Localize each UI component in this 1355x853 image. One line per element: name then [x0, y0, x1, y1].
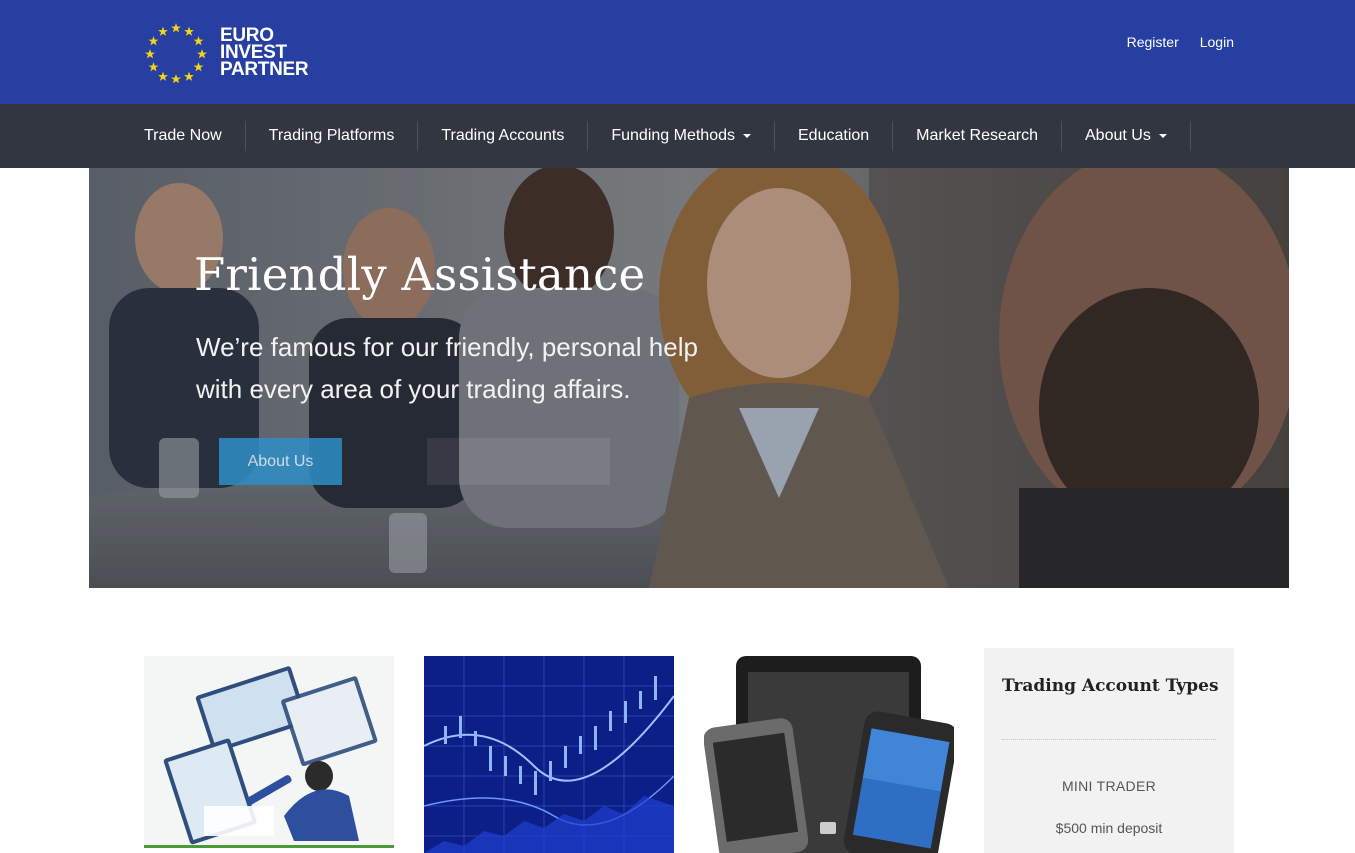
- nav-item-trade-now[interactable]: Trade Now: [144, 121, 246, 151]
- mobile-devices-image: [704, 656, 954, 853]
- hero-title: Friendly Assistance: [194, 248, 646, 301]
- account-name: MINI TRADER: [1061, 778, 1157, 794]
- nav-item-label: About Us: [1085, 127, 1151, 144]
- account-types-title: Trading Account Types: [1002, 676, 1219, 696]
- account-min-deposit: $500 min deposit: [1055, 820, 1163, 836]
- nav-item-funding-methods[interactable]: Funding Methods: [588, 121, 775, 151]
- auth-links: Register Login: [1127, 34, 1234, 50]
- top-header: EURO INVEST PARTNER Register Login: [0, 0, 1355, 104]
- nav-item-market-research[interactable]: Market Research: [893, 121, 1062, 151]
- main-nav: Trade Now Trading Platforms Trading Acco…: [0, 104, 1355, 168]
- caret-down-icon: [743, 134, 751, 138]
- nav-item-trading-platforms[interactable]: Trading Platforms: [246, 121, 419, 151]
- logo-line-2: INVEST: [220, 41, 287, 63]
- secondary-hero-button[interactable]: [427, 438, 610, 485]
- nav-item-trading-accounts[interactable]: Trading Accounts: [418, 121, 589, 151]
- trader-monitors-image: [144, 656, 394, 845]
- nav-item-label: Trading Accounts: [441, 127, 565, 144]
- feature-card-charts[interactable]: [424, 656, 674, 853]
- nav-item-label: Education: [798, 127, 870, 144]
- register-link[interactable]: Register: [1127, 34, 1179, 50]
- nav-item-label: Market Research: [916, 127, 1038, 144]
- hero-slider: Friendly Assistance We’re famous for our…: [89, 168, 1289, 588]
- nav-list: Trade Now Trading Platforms Trading Acco…: [144, 104, 1191, 168]
- logo-wordmark: EURO INVEST PARTNER: [220, 24, 309, 80]
- caret-down-icon: [1158, 134, 1167, 138]
- nav-item-about-us[interactable]: About Us: [1062, 121, 1191, 151]
- logo-line-3: PARTNER: [220, 58, 309, 80]
- login-link[interactable]: Login: [1200, 34, 1234, 50]
- account-types-panel: Trading Account Types MINI TRADER $500 m…: [984, 648, 1234, 853]
- feature-card-devices[interactable]: [704, 656, 954, 853]
- site-logo[interactable]: EURO INVEST PARTNER: [144, 21, 309, 83]
- nav-item-education[interactable]: Education: [775, 121, 894, 151]
- nav-item-label: Funding Methods: [611, 127, 735, 144]
- nav-item-label: Trading Platforms: [268, 127, 395, 144]
- about-us-button[interactable]: About Us: [219, 438, 342, 485]
- financial-chart-image: [424, 656, 674, 853]
- nav-item-label: Trade Now: [144, 127, 222, 144]
- logo-line-1: EURO: [220, 24, 274, 46]
- feature-card-trading[interactable]: [144, 656, 394, 848]
- divider: [1002, 739, 1216, 740]
- eu-stars-icon: [145, 23, 207, 83]
- hero-subtitle: We’re famous for our friendly, personal …: [196, 332, 698, 404]
